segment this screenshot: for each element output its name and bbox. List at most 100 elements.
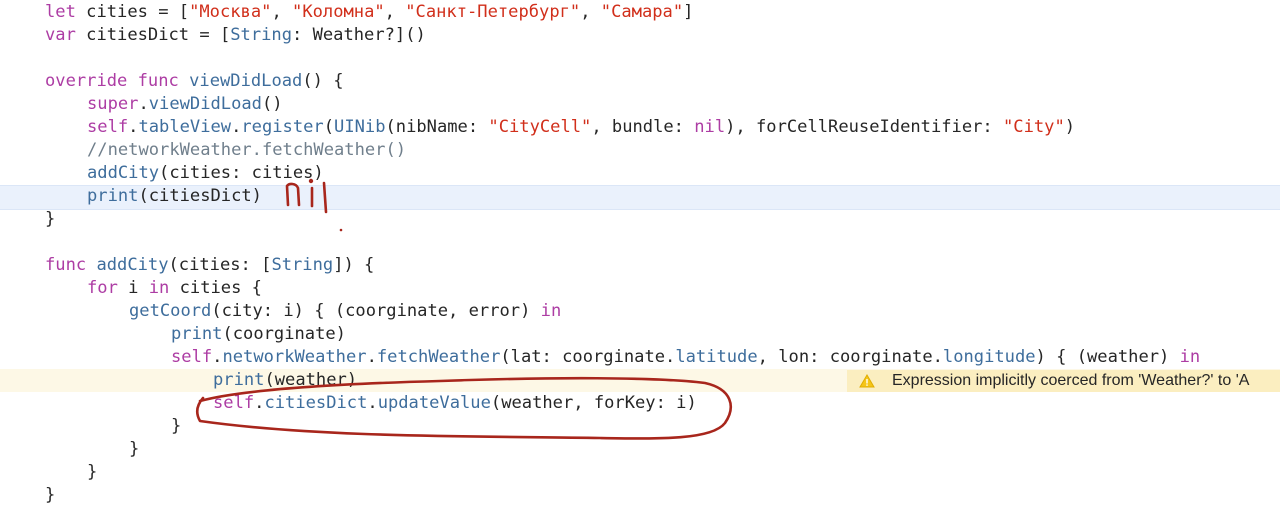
- code-line[interactable]: addCity(cities: cities): [87, 162, 324, 184]
- code-token: , bundle:: [591, 117, 695, 137]
- code-token: (citiesDict): [138, 186, 262, 206]
- code-token: viewDidLoad: [189, 71, 303, 91]
- code-token: tableView: [138, 117, 232, 137]
- code-token: ]: [683, 2, 694, 22]
- code-line[interactable]: var citiesDict = [String: Weather?](): [45, 24, 426, 46]
- code-token: ,: [580, 2, 601, 22]
- code-token: updateValue: [377, 393, 491, 413]
- code-token: print: [171, 324, 223, 344]
- code-line[interactable]: self.citiesDict.updateValue(weather, for…: [213, 392, 697, 414]
- code-token: ): [1064, 117, 1076, 137]
- code-token: .: [254, 393, 265, 413]
- code-token: override: [45, 71, 128, 91]
- code-line[interactable]: self.tableView.register(UINib(nibName: "…: [87, 116, 1075, 138]
- code-token: "City": [1003, 117, 1065, 137]
- code-token: print: [87, 186, 139, 206]
- code-line[interactable]: //networkWeather.fetchWeather(): [87, 139, 406, 161]
- code-token: .: [366, 347, 377, 367]
- code-token: "Санкт-Петербург": [405, 2, 581, 22]
- code-token: //networkWeather.fetchWeather(): [87, 140, 407, 160]
- code-token: }: [45, 485, 56, 505]
- code-token: (weather): [264, 370, 358, 390]
- code-line[interactable]: }: [171, 415, 181, 437]
- warning-banner[interactable]: Expression implicitly coerced from 'Weat…: [847, 370, 1280, 392]
- code-token: self: [213, 393, 255, 413]
- code-token: networkWeather: [222, 347, 367, 367]
- code-token: ,: [271, 2, 293, 22]
- code-token: (cities: [: [168, 255, 272, 275]
- code-token: latitude: [675, 347, 758, 367]
- code-token: for: [87, 278, 118, 298]
- code-token: (weather, forKey: i): [490, 393, 697, 413]
- annotation-dot: [339, 228, 343, 232]
- code-token: print: [213, 370, 265, 390]
- code-line[interactable]: self.networkWeather.fetchWeather(lat: co…: [171, 346, 1200, 368]
- code-line[interactable]: print(weather): [213, 369, 357, 391]
- code-token: .: [231, 117, 242, 137]
- code-token: (lat: coorginate.: [500, 347, 676, 367]
- warning-triangle-icon: [859, 374, 875, 388]
- code-token: ,: [384, 2, 406, 22]
- code-token: ) { (weather): [1035, 347, 1180, 367]
- code-line[interactable]: func addCity(cities: [String]) {: [45, 254, 374, 276]
- code-token: nil: [694, 117, 726, 137]
- code-token: UINib: [334, 117, 386, 137]
- code-token: addCity: [96, 255, 169, 275]
- code-token: in: [540, 301, 562, 321]
- code-token: addCity: [87, 163, 160, 183]
- code-token: "Самара": [600, 2, 684, 22]
- code-token: () {: [302, 71, 344, 91]
- code-line[interactable]: override func viewDidLoad() {: [45, 70, 344, 92]
- code-token: self: [87, 117, 129, 137]
- code-token: .: [128, 117, 139, 137]
- code-token: : Weather?](): [292, 25, 426, 45]
- code-line[interactable]: }: [87, 461, 97, 483]
- code-token: }: [87, 462, 98, 482]
- code-token: ), forCellReuseIdentifier:: [725, 117, 1004, 137]
- warning-message: Expression implicitly coerced from 'Weat…: [892, 372, 1250, 389]
- code-token: func: [45, 255, 87, 275]
- code-token: getCoord: [129, 301, 212, 321]
- code-line[interactable]: let cities = ["Москва", "Коломна", "Санк…: [45, 1, 693, 23]
- code-token: longitude: [942, 347, 1036, 367]
- code-token: "Москва": [189, 2, 272, 22]
- code-token: (cities: cities): [159, 163, 324, 183]
- code-line[interactable]: getCoord(city: i) { (coorginate, error) …: [129, 300, 561, 322]
- code-token: ]) {: [333, 255, 375, 275]
- code-token: (: [323, 117, 335, 137]
- code-line[interactable]: }: [129, 438, 139, 460]
- code-token: fetchWeather: [376, 347, 501, 367]
- code-line[interactable]: }: [45, 208, 55, 230]
- code-editor[interactable]: let cities = ["Москва", "Коломна", "Санк…: [0, 0, 1280, 521]
- code-token: .: [212, 347, 223, 367]
- code-token: (coorginate): [222, 324, 346, 344]
- code-token: }: [171, 416, 182, 436]
- code-token: String: [271, 255, 334, 275]
- code-line[interactable]: print(citiesDict): [87, 185, 262, 207]
- code-token: var: [45, 25, 76, 45]
- code-token: cities = [: [75, 2, 190, 22]
- code-token: (city: i) { (coorginate, error): [211, 301, 541, 321]
- code-token: let: [45, 2, 76, 22]
- code-token: (): [261, 94, 283, 114]
- code-token: .: [367, 393, 378, 413]
- code-line[interactable]: }: [45, 484, 55, 506]
- code-token: }: [45, 209, 56, 229]
- code-token: viewDidLoad: [148, 94, 262, 114]
- code-token: i: [117, 278, 149, 298]
- code-line[interactable]: for i in cities {: [87, 277, 262, 299]
- code-token: func: [137, 71, 179, 91]
- code-token: (nibName:: [385, 117, 489, 137]
- code-token: "Коломна": [292, 2, 385, 22]
- code-token: citiesDict = [: [75, 25, 231, 45]
- code-token: in: [1179, 347, 1201, 367]
- code-token: cities {: [169, 278, 262, 298]
- code-token: self: [171, 347, 213, 367]
- code-line[interactable]: print(coorginate): [171, 323, 346, 345]
- code-line[interactable]: super.viewDidLoad(): [87, 93, 283, 115]
- code-token: .: [138, 94, 149, 114]
- code-token: super: [87, 94, 139, 114]
- code-token: , lon: coorginate.: [757, 347, 943, 367]
